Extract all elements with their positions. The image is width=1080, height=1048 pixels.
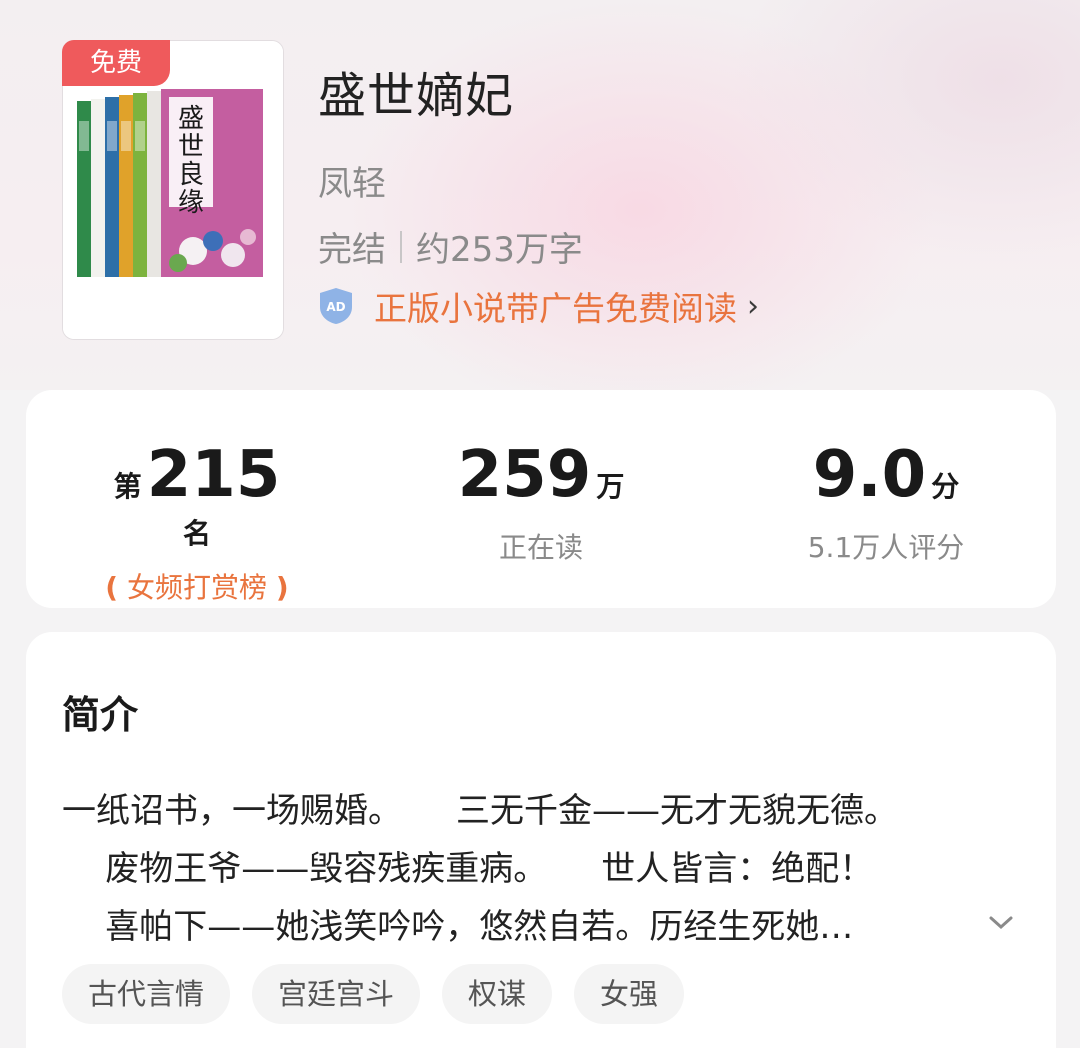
ad-notice-link[interactable]: AD 正版小说带广告免费阅读 › [318, 282, 759, 330]
tag-chip[interactable]: 古代言情 [62, 964, 231, 1024]
rank-stat[interactable]: 第 215 名 ( 女频打赏榜 ) [102, 438, 292, 606]
chevron-right-icon: › [747, 288, 759, 324]
rank-suffix: 名 [182, 517, 211, 550]
tag-chip[interactable]: 宫廷宫斗 [252, 964, 421, 1024]
score-label: 5.1万人评分 [807, 531, 965, 564]
book-title: 盛世嫡妃 [318, 68, 515, 124]
svg-text:世: 世 [178, 132, 204, 162]
rank-value: 215 [146, 438, 281, 512]
tag-chip[interactable]: 女强 [574, 964, 685, 1024]
rank-prefix: 第 [113, 470, 142, 503]
readers-stat: 259 万 正在读 [446, 438, 636, 566]
score-value: 9.0 [812, 438, 927, 512]
score-suffix: 分 [931, 470, 960, 503]
intro-line: 一纸诏书，一场赐婚。 三无千金——无才无貌无德。 [62, 791, 899, 831]
meta-divider [400, 230, 402, 263]
free-badge: 免费 [62, 40, 170, 86]
intro-heading: 简介 [62, 693, 139, 737]
rank-label: 女频打赏榜 [126, 571, 267, 604]
completion-status: 完结 [318, 230, 386, 270]
intro-line: 废物王爷——毁容残疾重病。 世人皆言：绝配！ [62, 849, 874, 889]
intro-card: 简介 一纸诏书，一场赐婚。 三无千金——无才无貌无德。 废物王爷——毁容残疾重病… [26, 632, 1056, 1048]
svg-text:缘: 缘 [178, 188, 204, 218]
tag-chip[interactable]: 权谋 [442, 964, 553, 1024]
readers-suffix: 万 [596, 470, 625, 503]
score-stat[interactable]: 9.0 分 5.1万人评分 [786, 438, 986, 566]
ad-notice-label: 正版小说带广告免费阅读 [374, 289, 737, 328]
readers-value: 259 [457, 438, 592, 512]
laurel-left-icon: ( [105, 571, 119, 604]
laurel-right-icon: ) [275, 571, 289, 604]
tag-list: 古代言情 宫廷宫斗 权谋 女强 [62, 964, 685, 1024]
svg-text:盛: 盛 [178, 104, 204, 134]
stats-card: 第 215 名 ( 女频打赏榜 ) 259 万 正在读 9.0 分 5.1万人评… [26, 390, 1056, 608]
svg-text:良: 良 [178, 160, 204, 190]
author-link[interactable]: 凤轻 [318, 156, 386, 205]
svg-text:AD: AD [326, 300, 345, 314]
intro-text[interactable]: 一纸诏书，一场赐婚。 三无千金——无才无貌无德。 废物王爷——毁容残疾重病。 世… [62, 782, 982, 956]
ad-shield-icon: AD [320, 288, 352, 324]
intro-line: 喜帕下——她浅笑吟吟，悠然自若。历经生死她… [62, 907, 854, 947]
word-count: 约253万字 [416, 230, 583, 270]
book-meta: 完结 约253万字 [318, 222, 583, 271]
readers-label: 正在读 [498, 531, 583, 564]
chevron-down-icon[interactable] [986, 912, 1016, 932]
